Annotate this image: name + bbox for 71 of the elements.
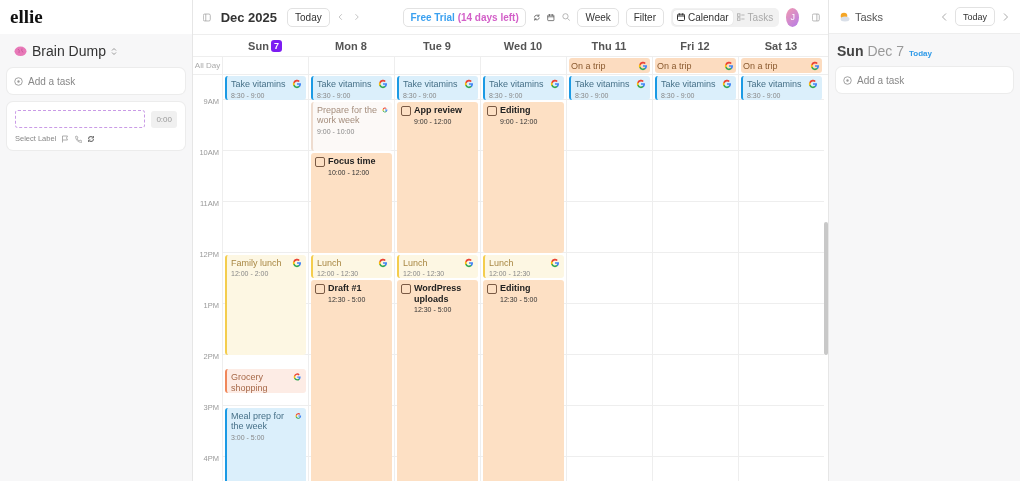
- day-header[interactable]: Tue 9: [423, 39, 451, 52]
- sidebar-toggle-icon[interactable]: [203, 11, 211, 23]
- panel-title: Tasks: [855, 10, 885, 23]
- day-header[interactable]: Wed 10: [503, 39, 543, 52]
- google-icon: [378, 257, 388, 268]
- tasks-icon: [736, 13, 745, 21]
- task-input-field[interactable]: [15, 110, 146, 128]
- google-icon: [636, 79, 646, 89]
- month-title: Dec 2025: [220, 9, 278, 25]
- checkbox[interactable]: [487, 284, 497, 294]
- phone-icon[interactable]: [74, 134, 83, 143]
- filter-button[interactable]: Filter: [625, 7, 664, 27]
- scrollbar[interactable]: [824, 222, 828, 355]
- panel-toggle-icon[interactable]: [812, 11, 820, 23]
- all-day-event[interactable]: On a trip: [741, 58, 822, 73]
- today-button[interactable]: Today: [287, 7, 330, 27]
- day-header[interactable]: Sun: [248, 39, 269, 52]
- google-icon: [292, 79, 302, 89]
- date-title: Dec 7: [867, 43, 905, 59]
- checkbox[interactable]: [401, 284, 411, 294]
- day-title: Sun: [837, 43, 864, 59]
- checkbox[interactable]: [401, 105, 411, 116]
- view-tab[interactable]: Calendar: [673, 9, 733, 25]
- sun-cloud-icon: [839, 11, 850, 22]
- free-trial-button[interactable]: Free Trial (14 days left): [403, 7, 526, 27]
- today-label: Today: [909, 49, 932, 58]
- duration-badge[interactable]: 0:00: [151, 110, 177, 128]
- google-icon: [722, 79, 732, 89]
- today-date-badge[interactable]: 7: [270, 39, 282, 52]
- google-icon: [810, 60, 820, 71]
- day-header[interactable]: Mon 8: [335, 39, 367, 52]
- add-task-button[interactable]: Add a task: [7, 68, 185, 94]
- add-task-button[interactable]: Add a task: [836, 67, 1013, 93]
- chevron-updown-icon[interactable]: [110, 46, 117, 56]
- app-logo: ellie: [10, 6, 43, 28]
- checkbox[interactable]: [487, 105, 497, 116]
- all-day-event[interactable]: On a trip: [655, 58, 736, 73]
- google-icon: [550, 79, 560, 89]
- day-header[interactable]: Fri 12: [680, 39, 710, 52]
- next-icon[interactable]: [352, 12, 361, 22]
- all-day-label: All Day: [193, 60, 222, 72]
- all-day-event[interactable]: On a trip: [569, 58, 650, 73]
- google-icon: [724, 60, 734, 71]
- google-icon: [292, 257, 302, 268]
- refresh-icon[interactable]: [532, 11, 541, 23]
- search-icon[interactable]: [562, 11, 571, 23]
- google-icon: [295, 410, 302, 421]
- checkbox[interactable]: [315, 284, 325, 294]
- google-icon: [638, 60, 648, 71]
- add-icon: [14, 76, 23, 86]
- google-icon: [464, 79, 474, 89]
- today-button[interactable]: Today: [954, 7, 995, 26]
- google-icon: [808, 79, 818, 89]
- checkbox[interactable]: [315, 156, 325, 167]
- google-icon: [378, 79, 388, 89]
- list-title[interactable]: Brain Dump: [32, 43, 106, 59]
- google-icon: [464, 257, 474, 268]
- repeat-icon[interactable]: [87, 134, 96, 143]
- google-icon: [550, 257, 560, 268]
- week-view-button[interactable]: Week: [577, 7, 619, 27]
- flag-icon[interactable]: [61, 134, 70, 143]
- calendar-icon[interactable]: [547, 11, 556, 23]
- day-header[interactable]: Sat 13: [764, 39, 798, 52]
- brain-icon: [14, 45, 27, 57]
- calendar-event[interactable]: Grocery shopping: [225, 369, 306, 393]
- day-header[interactable]: Thu 11: [591, 39, 627, 52]
- google-icon: [293, 372, 302, 383]
- calendar-icon: [677, 13, 685, 21]
- google-icon: [382, 104, 388, 115]
- user-avatar[interactable]: J: [786, 7, 800, 27]
- add-icon: [843, 75, 852, 85]
